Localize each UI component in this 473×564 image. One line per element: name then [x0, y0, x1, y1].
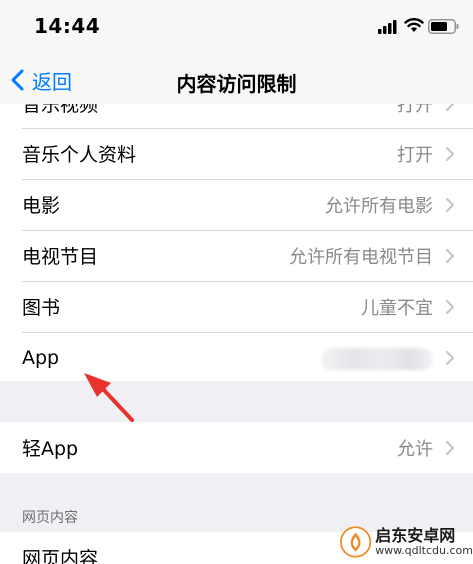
- wifi-icon: [404, 18, 424, 32]
- row-value: 允许所有电影: [325, 195, 433, 217]
- row-label: 网页内容: [22, 548, 99, 564]
- row-label: App: [22, 346, 60, 369]
- chevron-right-icon: [446, 197, 454, 212]
- cellular-signal-icon: [378, 20, 397, 34]
- section-header-web-content: 网页内容: [22, 510, 78, 526]
- chevron-right-icon: [446, 146, 454, 161]
- watermark-url: www.qdltcdu.com: [375, 543, 473, 557]
- row-label: 电视节目: [22, 246, 99, 268]
- row-label: 音乐视频: [22, 104, 99, 116]
- chevron-right-icon: [446, 104, 454, 111]
- row-tv-shows[interactable]: 电视节目 允许所有电视节目: [0, 230, 473, 281]
- status-time: 14:44: [34, 14, 101, 38]
- chevron-right-icon: [446, 440, 454, 455]
- row-value: 允许: [397, 438, 433, 460]
- navigation-bar: 返回 内容访问限制: [0, 56, 473, 104]
- row-value: 打开: [397, 104, 433, 116]
- row-label: 轻App: [22, 438, 79, 460]
- light-app-group: 轻App 允许: [0, 422, 473, 473]
- status-bar: 14:44: [0, 0, 473, 56]
- row-light-app[interactable]: 轻App 允许: [0, 422, 473, 473]
- obscured-value: [321, 348, 433, 370]
- row-label: 电影: [22, 195, 61, 217]
- row-movies[interactable]: 电影 允许所有电影: [0, 179, 473, 230]
- chevron-right-icon: [446, 299, 454, 314]
- watermark: 启东安卓网 www.qdltcdu.com: [340, 520, 473, 564]
- row-value: 允许所有电视节目: [289, 246, 433, 268]
- row-value: 打开: [397, 144, 433, 166]
- row-label: 音乐个人资料: [22, 144, 137, 166]
- row-music-videos[interactable]: 音乐视频 打开: [0, 104, 473, 129]
- row-music-profiles[interactable]: 音乐个人资料 打开: [0, 128, 473, 179]
- battery-icon: [428, 19, 459, 34]
- row-value: 儿童不宜: [361, 297, 433, 319]
- row-label: 图书: [22, 297, 61, 319]
- watermark-logo-icon: [340, 526, 372, 558]
- row-books[interactable]: 图书 儿童不宜: [0, 281, 473, 332]
- content-restrictions-list: 音乐视频 打开 音乐个人资料 打开 电影 允许所有电影 电视节目 允许所有电视节…: [0, 104, 473, 381]
- page-title: 内容访问限制: [176, 72, 297, 96]
- chevron-right-icon: [446, 350, 454, 365]
- watermark-name: 启东安卓网: [375, 526, 456, 546]
- row-apps[interactable]: App: [0, 332, 473, 381]
- chevron-right-icon: [446, 248, 454, 263]
